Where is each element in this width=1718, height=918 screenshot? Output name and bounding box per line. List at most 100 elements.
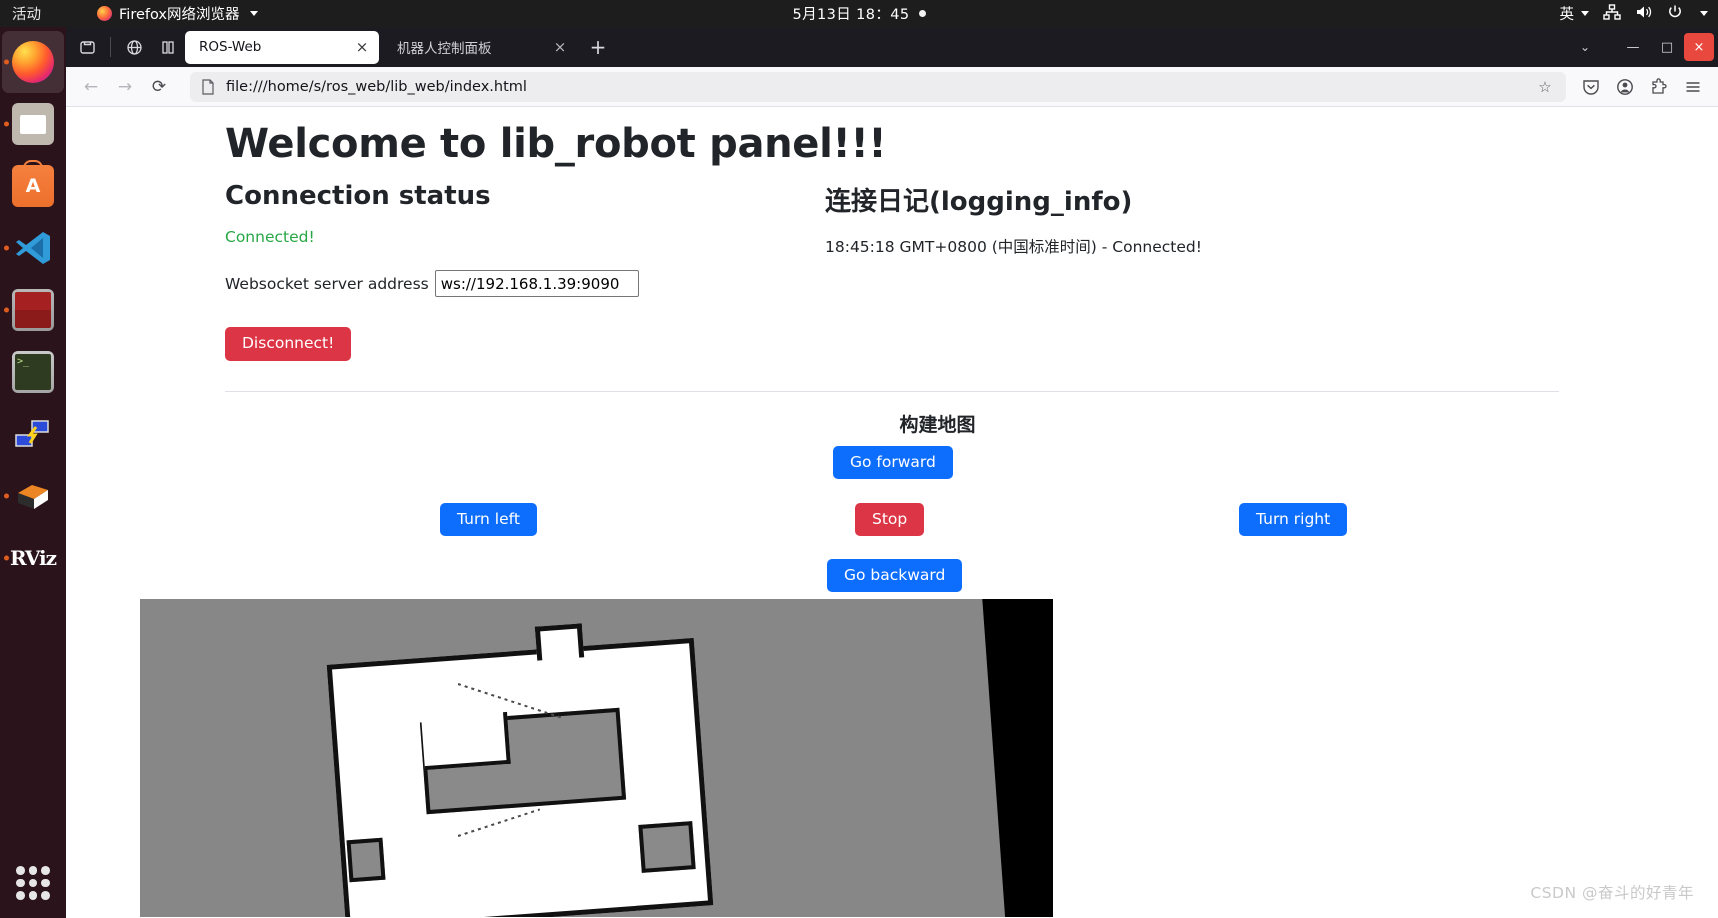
go-forward-button[interactable]: Go forward: [833, 445, 953, 479]
dock-item-files[interactable]: [2, 93, 64, 155]
bookmarks-icon[interactable]: [151, 30, 185, 64]
turn-left-button[interactable]: Turn left: [440, 502, 537, 536]
account-icon[interactable]: [1608, 71, 1642, 103]
dock-item-terminal[interactable]: >_: [2, 341, 64, 403]
firefox-window: ROS-Web × 机器人控制面板 × + ⌄ — □ × ← → ⟳ file…: [66, 27, 1718, 918]
toolbar-divider: [110, 37, 111, 57]
page-title: Welcome to lib_robot panel!!!: [225, 121, 887, 167]
new-tab-button[interactable]: +: [583, 32, 613, 62]
reload-button[interactable]: ⟳: [142, 71, 176, 103]
go-backward-button[interactable]: Go backward: [827, 558, 963, 592]
firefox-view-icon[interactable]: [70, 30, 104, 64]
power-icon[interactable]: [1667, 4, 1683, 24]
running-indicator-icon: [4, 59, 9, 65]
logging-heading: 连接日记(logging_info): [825, 187, 1133, 217]
input-method-indicator[interactable]: 英: [1559, 3, 1589, 24]
stop-button[interactable]: Stop: [855, 502, 925, 536]
network-tools-icon: [12, 413, 54, 455]
chevron-down-icon: [1581, 11, 1589, 16]
websocket-address-row: Websocket server address: [225, 270, 825, 297]
direction-control-grid: Go forward Turn left Stop Turn right Go …: [66, 437, 1718, 592]
pocket-save-icon[interactable]: [1574, 71, 1608, 103]
forward-button[interactable]: →: [108, 71, 142, 103]
show-applications-button[interactable]: [16, 866, 50, 900]
running-indicator-icon: [4, 245, 9, 251]
connection-heading: Connection status: [225, 181, 491, 211]
disconnect-button[interactable]: Disconnect!: [225, 327, 352, 361]
app-menu-icon[interactable]: [1676, 71, 1710, 103]
activities-button[interactable]: 活动: [0, 3, 55, 24]
turn-right-button[interactable]: Turn right: [1239, 502, 1348, 536]
running-indicator-icon: [4, 493, 9, 499]
close-icon[interactable]: ×: [351, 36, 373, 58]
bookmark-star-icon[interactable]: ☆: [1532, 78, 1558, 96]
section-divider: [225, 390, 1559, 392]
close-window-button[interactable]: ×: [1684, 33, 1714, 61]
build-map-heading: 构建地图: [899, 413, 976, 436]
clock-label: 5月13日 18：45: [792, 7, 910, 23]
dock-item-firefox[interactable]: [2, 31, 64, 93]
map-obstacle-corner-right: [638, 821, 696, 873]
list-all-tabs-icon[interactable]: ⌄: [1568, 31, 1602, 63]
files-icon: [12, 103, 54, 145]
chevron-down-icon[interactable]: [1700, 11, 1708, 16]
firefox-icon: [97, 6, 112, 21]
app-menu-firefox[interactable]: Firefox网络浏览器: [97, 3, 258, 24]
tab-robot-panel[interactable]: 机器人控制面板 ×: [383, 31, 577, 64]
chevron-down-icon: [249, 11, 258, 16]
dock-item-ubuntu-software[interactable]: A: [2, 155, 64, 217]
window-controls: ⌄ — □ ×: [1568, 27, 1714, 67]
log-entry: 18:45:18 GMT+0800 (中国标准时间) - Connected!: [825, 238, 1202, 256]
tab-title: 机器人控制面板: [397, 41, 492, 57]
firefox-icon: [12, 41, 54, 83]
tab-ros-web[interactable]: ROS-Web ×: [185, 30, 379, 64]
recording-indicator-icon: [918, 10, 926, 17]
ubuntu-software-icon: A: [12, 160, 54, 207]
dock-item-rviz[interactable]: RViz: [2, 527, 64, 589]
gazebo-icon: [12, 475, 54, 517]
watermark: CSDN @奋斗的好青年: [1530, 884, 1694, 902]
system-tray: 英: [1559, 3, 1708, 24]
map-control-panel: 构建地图 Go forward Turn left Stop Turn righ…: [66, 410, 1718, 620]
websocket-address-input[interactable]: [434, 270, 639, 297]
maximize-button[interactable]: □: [1650, 31, 1684, 63]
volume-icon[interactable]: [1635, 4, 1653, 24]
toolbar-right: [1574, 71, 1710, 103]
running-indicator-icon: [4, 121, 9, 127]
terminator-icon: [12, 289, 54, 331]
running-indicator-icon: [4, 555, 9, 561]
url-text[interactable]: file:///home/s/ros_web/lib_web/index.htm…: [218, 79, 1532, 95]
websocket-address-label: Websocket server address: [225, 274, 429, 293]
globe-icon[interactable]: [117, 30, 151, 64]
rviz-icon: RViz: [9, 546, 57, 570]
tab-title: ROS-Web: [199, 39, 262, 55]
extensions-icon[interactable]: [1642, 71, 1676, 103]
close-icon[interactable]: ×: [549, 36, 571, 58]
navigation-toolbar: ← → ⟳ file:///home/s/ros_web/lib_web/ind…: [66, 67, 1718, 107]
terminal-icon: >_: [12, 351, 54, 393]
ubuntu-dock: A >_ RViz: [0, 27, 66, 918]
page-icon: [198, 78, 218, 95]
input-method-label: 英: [1559, 7, 1575, 23]
dock-item-vscode[interactable]: [2, 217, 64, 279]
vscode-icon: [12, 227, 54, 269]
clock-button[interactable]: 5月13日 18：45: [729, 3, 989, 24]
map-obstacle-notch: [421, 711, 511, 771]
connection-status-text: Connected!: [225, 228, 315, 246]
gnome-top-bar: 活动 Firefox网络浏览器 5月13日 18：45 英: [0, 0, 1718, 27]
disconnect-button-wrapper: Disconnect!: [225, 327, 825, 361]
minimize-button[interactable]: —: [1616, 31, 1650, 63]
page-content: Welcome to lib_robot panel!!! Connection…: [66, 107, 1718, 917]
dock-item-terminator[interactable]: [2, 279, 64, 341]
dock-item-gazebo[interactable]: [2, 465, 64, 527]
running-indicator-icon: [4, 307, 9, 313]
url-bar[interactable]: file:///home/s/ros_web/lib_web/index.htm…: [190, 71, 1566, 102]
tab-strip: ROS-Web × 机器人控制面板 × + ⌄ — □ ×: [66, 27, 1718, 67]
app-menu-label: Firefox网络浏览器: [119, 7, 240, 23]
connection-panel: Connection status Connected! Websocket s…: [225, 181, 825, 361]
network-icon[interactable]: [1603, 3, 1621, 24]
map-alcove: [534, 623, 585, 661]
back-button[interactable]: ←: [74, 71, 108, 103]
dock-item-network-tools[interactable]: [2, 403, 64, 465]
occupancy-grid-map[interactable]: [140, 599, 1053, 917]
